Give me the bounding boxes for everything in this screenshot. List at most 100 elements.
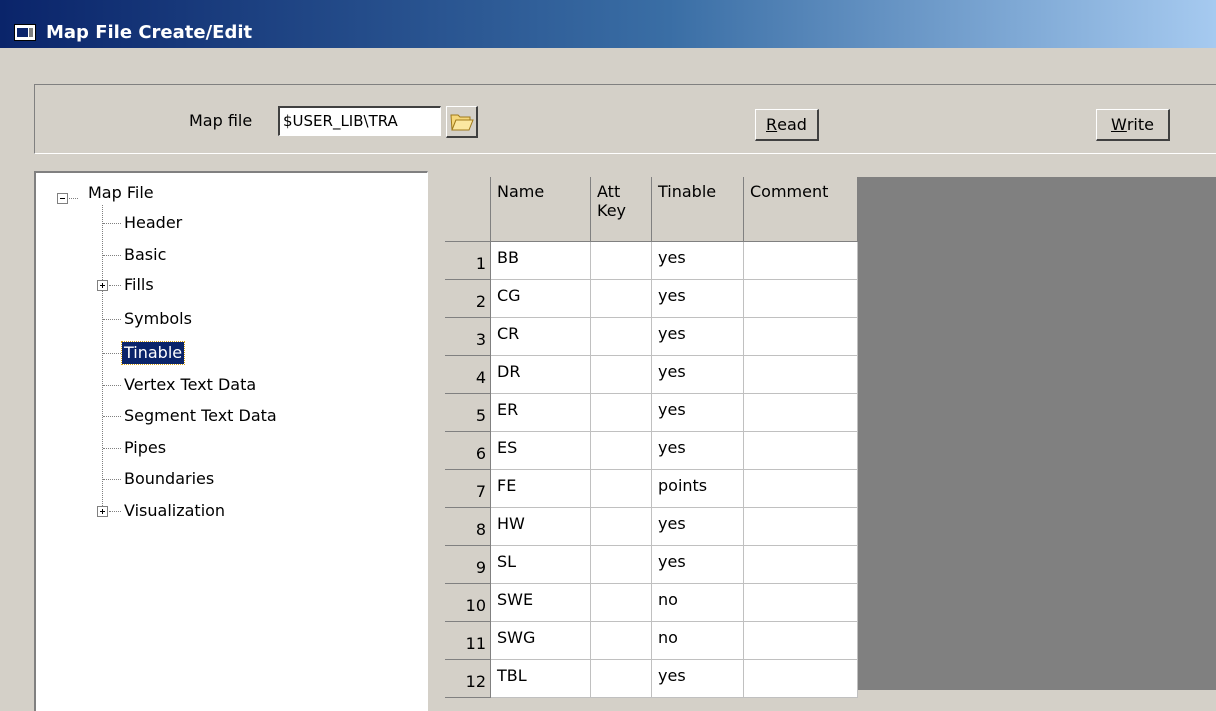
tree-connector [103, 223, 121, 224]
write-button-accel: W [1111, 115, 1127, 134]
cell-name[interactable]: DR [491, 356, 591, 394]
tree-connector [103, 353, 121, 354]
tree-root-map-file[interactable]: Map File [88, 182, 154, 204]
cell-tinable[interactable]: no [652, 622, 744, 660]
cell-comment[interactable] [744, 280, 858, 318]
cell-comment[interactable] [744, 660, 858, 698]
cell-name[interactable]: ER [491, 394, 591, 432]
cell-tinable[interactable]: yes [652, 356, 744, 394]
tree-item-boundaries[interactable]: Boundaries [124, 468, 214, 490]
cell-att-key[interactable] [591, 356, 652, 394]
grid-corner[interactable] [445, 177, 491, 242]
row-header[interactable]: 1 [445, 242, 491, 280]
cell-comment[interactable] [744, 470, 858, 508]
cell-att-key[interactable] [591, 432, 652, 470]
tree-item-header[interactable]: Header [124, 212, 182, 234]
folder-open-icon [449, 114, 474, 130]
title-bar: Map File Create/Edit [0, 0, 1216, 48]
cell-comment[interactable] [744, 546, 858, 584]
cell-tinable[interactable]: yes [652, 242, 744, 280]
row-header[interactable]: 11 [445, 622, 491, 660]
cell-att-key[interactable] [591, 280, 652, 318]
write-button-label: rite [1126, 115, 1154, 134]
column-header-name[interactable]: Name [491, 177, 591, 242]
map-file-label: Map file [189, 111, 253, 130]
cell-comment[interactable] [744, 356, 858, 394]
tree-connector [103, 385, 121, 386]
cell-att-key[interactable] [591, 660, 652, 698]
cell-name[interactable]: SWE [491, 584, 591, 622]
cell-name[interactable]: BB [491, 242, 591, 280]
cell-comment[interactable] [744, 242, 858, 280]
cell-tinable[interactable]: yes [652, 280, 744, 318]
cell-name[interactable]: CR [491, 318, 591, 356]
row-header[interactable]: 3 [445, 318, 491, 356]
tree-connector [103, 448, 121, 449]
row-header[interactable]: 2 [445, 280, 491, 318]
tree-item-visualization[interactable]: Visualization [124, 500, 225, 522]
row-header[interactable]: 10 [445, 584, 491, 622]
tree-item-vertex-text-data[interactable]: Vertex Text Data [124, 374, 256, 396]
collapse-icon[interactable] [57, 193, 68, 204]
tinable-grid[interactable]: Name Att Key Tinable Comment 1 BB yes 2 CG ye… [445, 177, 1216, 698]
cell-att-key[interactable] [591, 394, 652, 432]
cell-att-key[interactable] [591, 584, 652, 622]
cell-name[interactable]: ES [491, 432, 591, 470]
cell-name[interactable]: SL [491, 546, 591, 584]
tree-item-basic[interactable]: Basic [124, 244, 166, 266]
app-window-icon [14, 24, 36, 41]
tree-item-pipes[interactable]: Pipes [124, 437, 166, 459]
cell-comment[interactable] [744, 432, 858, 470]
tree-item-segment-text-data[interactable]: Segment Text Data [124, 405, 277, 427]
cell-att-key[interactable] [591, 508, 652, 546]
browse-folder-button[interactable] [446, 106, 478, 138]
cell-att-key[interactable] [591, 546, 652, 584]
cell-att-key[interactable] [591, 318, 652, 356]
cell-comment[interactable] [744, 318, 858, 356]
cell-name[interactable]: FE [491, 470, 591, 508]
tree-connector [69, 198, 78, 199]
row-header[interactable]: 7 [445, 470, 491, 508]
cell-tinable[interactable]: yes [652, 318, 744, 356]
tree-connector [103, 479, 121, 480]
read-button[interactable]: Read [755, 109, 819, 141]
cell-comment[interactable] [744, 622, 858, 660]
cell-tinable[interactable]: yes [652, 660, 744, 698]
cell-tinable[interactable]: yes [652, 394, 744, 432]
column-header-tinable[interactable]: Tinable [652, 177, 744, 242]
cell-att-key[interactable] [591, 242, 652, 280]
tree-item-tinable[interactable]: Tinable [120, 341, 186, 365]
cell-name[interactable]: SWG [491, 622, 591, 660]
map-file-tree[interactable]: Map File Header Basic Fills Symbols Tina… [34, 171, 428, 711]
cell-name[interactable]: TBL [491, 660, 591, 698]
column-header-comment[interactable]: Comment [744, 177, 858, 242]
write-button[interactable]: Write [1096, 109, 1170, 141]
cell-tinable[interactable]: no [652, 584, 744, 622]
row-header[interactable]: 8 [445, 508, 491, 546]
tree-item-symbols[interactable]: Symbols [124, 308, 192, 330]
read-button-label: ead [777, 115, 807, 134]
cell-tinable[interactable]: yes [652, 508, 744, 546]
tree-connector [109, 511, 121, 512]
column-header-att-key[interactable]: Att Key [591, 177, 652, 242]
cell-tinable[interactable]: yes [652, 432, 744, 470]
tree-item-fills[interactable]: Fills [124, 274, 154, 296]
cell-name[interactable]: CG [491, 280, 591, 318]
row-header[interactable]: 4 [445, 356, 491, 394]
cell-name[interactable]: HW [491, 508, 591, 546]
expand-icon[interactable] [97, 506, 108, 517]
cell-att-key[interactable] [591, 470, 652, 508]
row-header[interactable]: 9 [445, 546, 491, 584]
row-header[interactable]: 5 [445, 394, 491, 432]
cell-att-key[interactable] [591, 622, 652, 660]
row-header[interactable]: 12 [445, 660, 491, 698]
map-file-input[interactable]: $USER_LIB\TRA [278, 106, 441, 136]
expand-icon[interactable] [97, 280, 108, 291]
cell-comment[interactable] [744, 584, 858, 622]
cell-comment[interactable] [744, 394, 858, 432]
tree-connector [103, 416, 121, 417]
row-header[interactable]: 6 [445, 432, 491, 470]
cell-tinable[interactable]: points [652, 470, 744, 508]
cell-tinable[interactable]: yes [652, 546, 744, 584]
cell-comment[interactable] [744, 508, 858, 546]
